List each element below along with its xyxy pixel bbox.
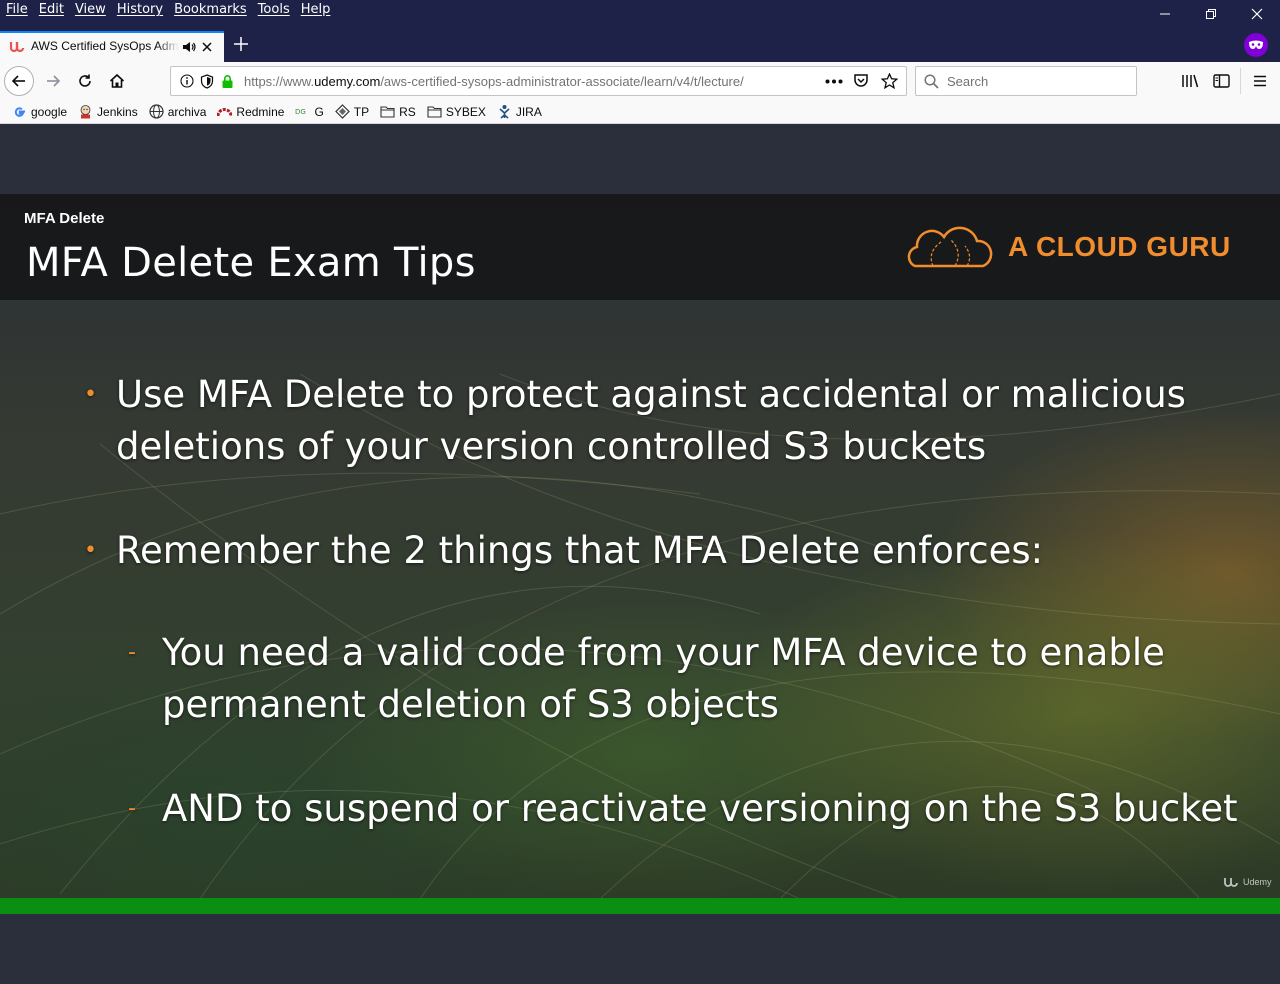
bullet-text-line: Remember the 2 things that MFA Delete en… bbox=[116, 529, 1044, 572]
jira-icon bbox=[499, 105, 510, 119]
a-cloud-guru-logo bbox=[907, 226, 993, 268]
search-icon bbox=[924, 74, 939, 89]
udemy-watermark: Udemy bbox=[1224, 876, 1272, 888]
bullet-text-line: You need a valid code from your MFA devi… bbox=[162, 631, 1165, 674]
bullet-text-line: permanent deletion of S3 objects bbox=[162, 683, 779, 726]
bullet-text-line: Use MFA Delete to protect against accide… bbox=[116, 373, 1186, 416]
bookmarks-toolbar: google Jenkins archiva Redmine DG G TP R… bbox=[0, 100, 1280, 124]
g-icon: DG bbox=[295, 108, 306, 116]
hamburger-menu-icon[interactable] bbox=[1252, 73, 1268, 89]
new-tab-icon[interactable] bbox=[230, 33, 252, 55]
bookmark-sybex[interactable]: SYBEX bbox=[427, 104, 486, 119]
home-button[interactable] bbox=[102, 66, 132, 96]
restore-button[interactable] bbox=[1188, 0, 1234, 28]
brand-name: A CLOUD GURU bbox=[1008, 231, 1231, 262]
minimize-button[interactable] bbox=[1142, 0, 1188, 28]
lecture-slide: MFA Delete MFA Delete Exam Tips A CLOUD … bbox=[0, 194, 1280, 899]
navigation-toolbar: https://www.udemy.com/aws-certified-syso… bbox=[0, 62, 1280, 100]
video-progress-bar[interactable] bbox=[0, 898, 1280, 914]
tab-close-icon[interactable] bbox=[200, 40, 214, 54]
bookmark-rs[interactable]: RS bbox=[380, 104, 416, 119]
page-actions-icon[interactable] bbox=[825, 79, 843, 84]
private-browsing-icon bbox=[1244, 33, 1268, 57]
svg-text:DG: DG bbox=[295, 108, 306, 116]
udemy-icon bbox=[1224, 878, 1238, 887]
address-bar[interactable]: https://www.udemy.com/aws-certified-syso… bbox=[170, 66, 907, 96]
menu-history[interactable]: History bbox=[117, 2, 163, 17]
google-icon bbox=[14, 107, 25, 117]
menu-tools[interactable]: Tools bbox=[258, 2, 290, 17]
folder-icon bbox=[380, 106, 395, 118]
star-icon[interactable] bbox=[881, 73, 898, 89]
bookmark-g[interactable]: DG G bbox=[295, 104, 323, 119]
sub-bullet-marker: - bbox=[128, 640, 136, 665]
reload-button[interactable] bbox=[70, 66, 100, 96]
folder-icon bbox=[427, 106, 442, 118]
back-button[interactable] bbox=[4, 66, 34, 96]
library-icon[interactable] bbox=[1181, 73, 1199, 89]
sub-bullet-item: - You need a valid code from your MFA de… bbox=[128, 627, 1242, 731]
bookmark-jenkins[interactable]: Jenkins bbox=[78, 104, 138, 119]
menu-help[interactable]: Help bbox=[301, 2, 331, 17]
jenkins-icon bbox=[80, 105, 91, 119]
close-icon bbox=[1251, 8, 1263, 20]
reload-icon bbox=[79, 74, 91, 87]
udemy-icon bbox=[9, 42, 25, 53]
bookmark-archiva[interactable]: archiva bbox=[149, 104, 206, 119]
search-placeholder: Search bbox=[947, 74, 989, 89]
tab-strip: AWS Certified SysOps Administrator - Ass… bbox=[0, 28, 1280, 62]
menu-bar: File Edit View History Bookmarks Tools H… bbox=[6, 2, 330, 17]
restore-icon bbox=[1206, 9, 1216, 19]
url-text[interactable]: https://www.udemy.com/aws-certified-syso… bbox=[244, 74, 789, 89]
slide-title: MFA Delete Exam Tips bbox=[26, 240, 476, 286]
bookmark-jira[interactable]: JIRA bbox=[497, 104, 542, 119]
minimize-icon bbox=[1160, 13, 1170, 15]
bookmark-google[interactable]: google bbox=[12, 104, 67, 119]
menu-bookmarks[interactable]: Bookmarks bbox=[174, 2, 247, 17]
slide-header: MFA Delete MFA Delete Exam Tips A CLOUD … bbox=[0, 194, 1280, 300]
lock-icon[interactable] bbox=[221, 74, 234, 89]
tracking-shield-icon[interactable] bbox=[200, 74, 214, 89]
bullet-item: • Use MFA Delete to protect against acci… bbox=[84, 369, 1216, 473]
forward-button[interactable] bbox=[38, 66, 68, 96]
sub-bullet-marker: - bbox=[128, 796, 136, 821]
redmine-icon bbox=[217, 108, 233, 117]
bookmark-tp[interactable]: TP bbox=[334, 104, 369, 119]
menu-view[interactable]: View bbox=[75, 2, 106, 17]
pocket-icon[interactable] bbox=[853, 73, 869, 89]
toolbar-divider bbox=[1240, 68, 1241, 94]
arrow-left-icon bbox=[11, 75, 25, 87]
tp-icon bbox=[334, 104, 350, 119]
window-titlebar: File Edit View History Bookmarks Tools H… bbox=[0, 0, 1280, 28]
globe-icon bbox=[149, 104, 164, 119]
bullet-item: • Remember the 2 things that MFA Delete … bbox=[84, 525, 1216, 577]
slide-kicker: MFA Delete bbox=[24, 210, 105, 227]
bullet-text-line: AND to suspend or reactivate versioning … bbox=[162, 787, 1238, 830]
menu-file[interactable]: File bbox=[6, 2, 28, 17]
speaker-icon[interactable] bbox=[182, 40, 196, 54]
tab-title: AWS Certified SysOps Administrator - Ass… bbox=[31, 39, 179, 53]
video-player[interactable]: MFA Delete MFA Delete Exam Tips A CLOUD … bbox=[0, 124, 1280, 984]
arrow-right-icon bbox=[47, 75, 61, 87]
home-icon bbox=[109, 73, 125, 88]
tab-active[interactable]: AWS Certified SysOps Administrator - Ass… bbox=[0, 31, 224, 62]
sub-bullet-item: - AND to suspend or reactivate versionin… bbox=[128, 783, 1262, 835]
bullet-text-line: deletions of your version controlled S3 … bbox=[116, 425, 987, 468]
sidebar-icon[interactable] bbox=[1213, 73, 1230, 89]
menu-edit[interactable]: Edit bbox=[39, 2, 64, 17]
bookmark-redmine[interactable]: Redmine bbox=[217, 104, 284, 119]
bullet-marker: • bbox=[84, 382, 97, 407]
search-bar[interactable]: Search bbox=[915, 66, 1137, 96]
info-icon[interactable] bbox=[180, 74, 194, 88]
bullet-marker: • bbox=[84, 538, 97, 563]
close-window-button[interactable] bbox=[1234, 0, 1280, 28]
